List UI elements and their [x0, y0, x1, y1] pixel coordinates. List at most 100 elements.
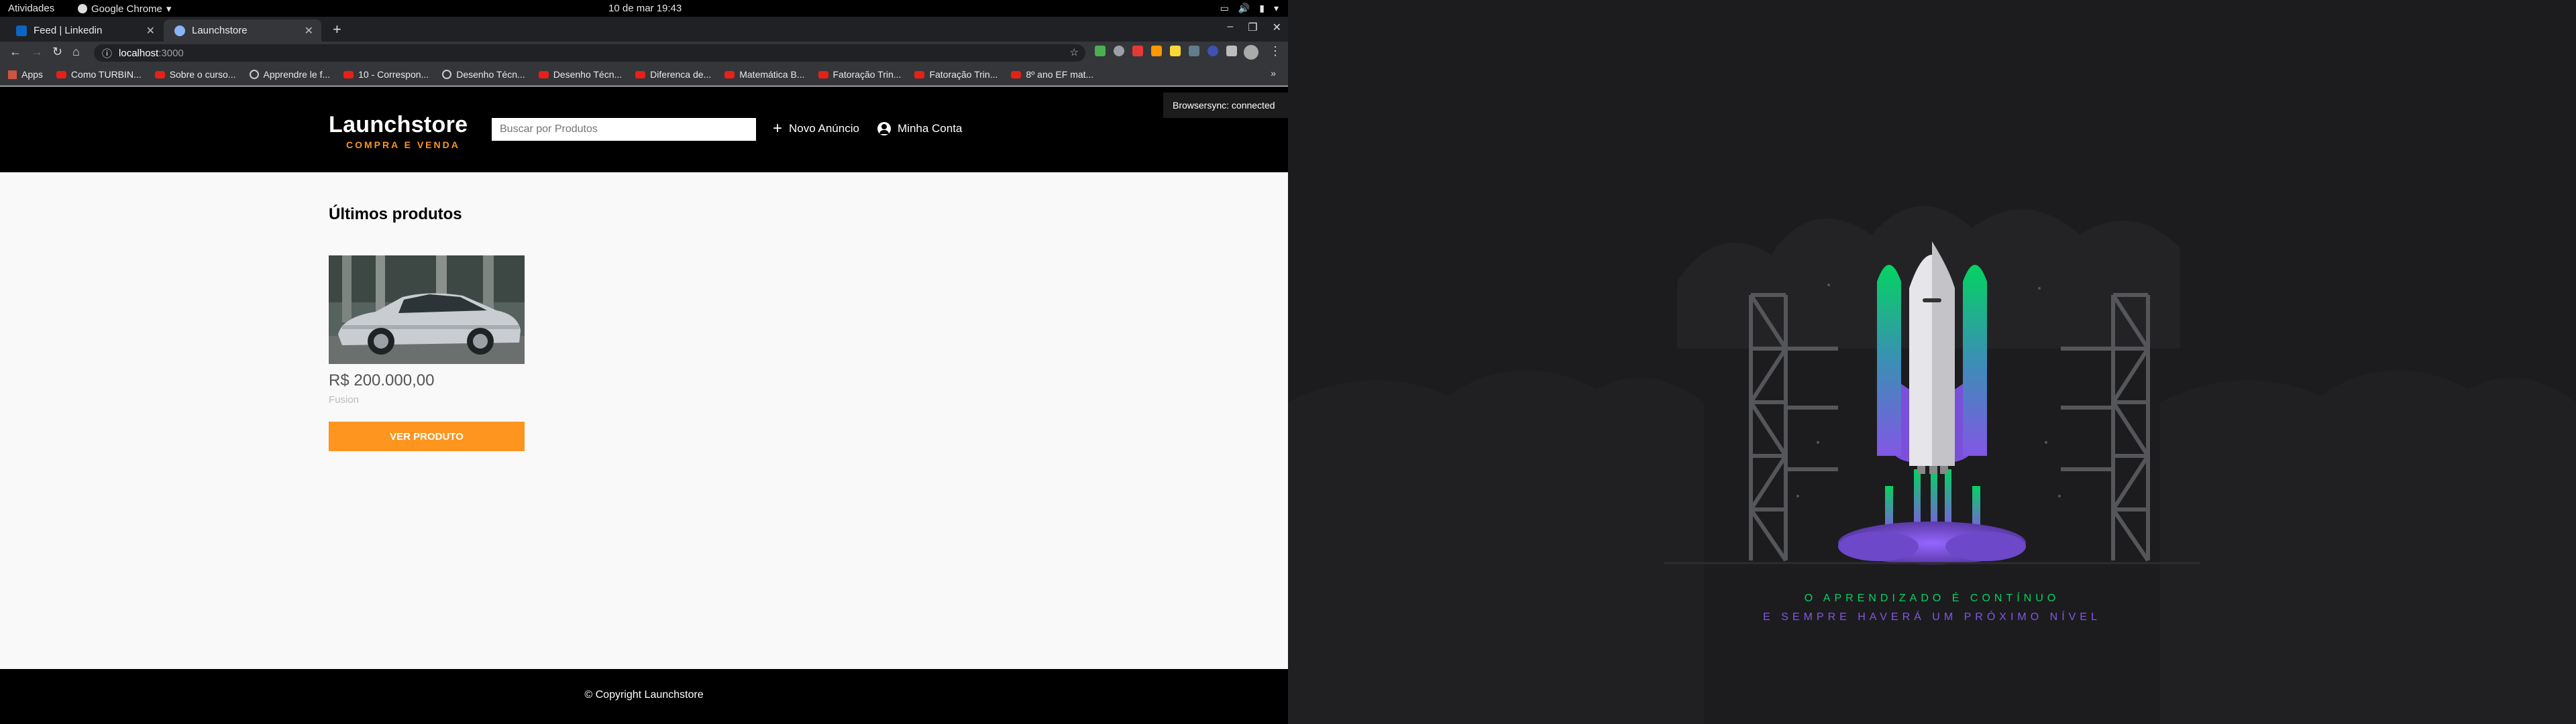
apps-grid-icon: [8, 70, 17, 79]
bookmark-item[interactable]: Sobre o curso...: [154, 69, 236, 80]
home-icon[interactable]: ⌂: [72, 45, 80, 59]
more-bookmarks-button[interactable]: »: [1271, 68, 1276, 78]
bookmark-star-icon[interactable]: ☆: [1070, 46, 1079, 58]
avatar[interactable]: [1244, 45, 1258, 60]
youtube-icon: [635, 70, 646, 78]
extension-icon[interactable]: [1114, 46, 1124, 56]
globe-icon: [442, 70, 452, 79]
bookmark-label: Desenho Técn...: [553, 69, 623, 80]
menu-icon[interactable]: ⋮: [1269, 44, 1281, 58]
bookmark-item[interactable]: Diferenca de...: [635, 69, 711, 80]
chevron-down-icon: ▾: [166, 3, 172, 15]
product-image[interactable]: [329, 255, 525, 364]
site-header: Launchstore COMPRA E VENDA + Novo Anúnci…: [0, 86, 1288, 172]
account-circle-icon: [877, 122, 891, 135]
section-title: Últimos produtos: [329, 205, 462, 223]
bookmark-label: Apprendre le f...: [263, 69, 331, 80]
system-tray[interactable]: ▭ 🔊 ▮ ▾: [1220, 3, 1279, 14]
extension-icon[interactable]: [1189, 46, 1199, 56]
wallpaper-tagline-1: O APRENDIZADO É CONTÍNUO: [1288, 593, 2576, 605]
browsersync-notification: Browsersync: connected: [1163, 93, 1288, 118]
logo[interactable]: Launchstore COMPRA E VENDA: [329, 112, 468, 150]
back-icon[interactable]: ←: [9, 45, 21, 59]
address-bar[interactable]: ⓘ localhost:3000 ☆: [94, 44, 1085, 62]
bookmark-item[interactable]: Fatoração Trin...: [914, 69, 998, 80]
extensions-bar: [1095, 46, 1237, 56]
wallpaper-tagline-2: E SEMPRE HAVERÁ UM PRÓXIMO NÍVEL: [1288, 611, 2576, 623]
chevron-down-icon: ▾: [1273, 3, 1279, 13]
bookmark-label: Fatoração Trin...: [833, 69, 902, 80]
gnome-top-bar: Atividades Google Chrome ▾ 10 de mar 19:…: [0, 0, 1288, 17]
wallpaper-line-2: E SEMPRE HAVERÁ UM PRÓXIMO NÍVEL: [1763, 611, 2101, 623]
bookmark-item[interactable]: Apprendre le f...: [249, 69, 331, 80]
chrome-icon: [78, 4, 87, 13]
globe-icon: [174, 25, 185, 36]
wallpaper-line-1: O APRENDIZADO É CONTÍNUO: [1804, 593, 2060, 604]
left-screen: Atividades Google Chrome ▾ 10 de mar 19:…: [0, 0, 1288, 724]
plus-icon: +: [773, 119, 783, 137]
url-host: localhost: [119, 47, 159, 59]
bookmark-item[interactable]: Apps: [8, 69, 43, 80]
bookmark-label: 10 - Correspon...: [358, 69, 429, 80]
app-menu-label: Google Chrome: [91, 3, 162, 15]
bookmark-label: 8º ano EF mat...: [1026, 69, 1094, 80]
browser-toolbar: ← → ↻ ⌂ ⓘ localhost:3000 ☆ ⋮: [0, 42, 1288, 64]
bookmarks-bar: Apps Como TURBIN... Sobre o curso... App…: [0, 64, 1288, 86]
bookmark-item[interactable]: Desenho Técn...: [538, 69, 623, 80]
new-listing-link[interactable]: + Novo Anúncio: [773, 119, 859, 137]
bookmark-item[interactable]: 10 - Correspon...: [343, 69, 429, 80]
extension-icon[interactable]: [1095, 46, 1106, 56]
youtube-icon: [538, 70, 549, 78]
product-model: Fusion: [329, 394, 360, 406]
tab-linkedin[interactable]: Feed | Linkedin ✕: [5, 19, 163, 42]
account-link[interactable]: Minha Conta: [877, 122, 962, 135]
youtube-icon: [818, 70, 828, 78]
extension-icon[interactable]: [1151, 46, 1162, 56]
bookmark-label: Matemática B...: [739, 69, 805, 80]
bookmark-label: Diferenca de...: [650, 69, 712, 80]
bookmark-label: Fatoração Trin...: [929, 69, 998, 80]
close-icon[interactable]: ✕: [146, 24, 155, 38]
app-menu[interactable]: Google Chrome ▾: [78, 3, 171, 15]
close-icon[interactable]: ✕: [305, 24, 313, 38]
account-label: Minha Conta: [898, 122, 963, 135]
activities-button[interactable]: Atividades: [8, 3, 54, 14]
view-product-button[interactable]: VER PRODUTO: [329, 422, 525, 451]
youtube-icon: [343, 70, 354, 78]
globe-icon: [249, 70, 259, 79]
product-card: R$ 200.000,00 Fusion VER PRODUTO: [329, 255, 525, 451]
close-icon[interactable]: ✕: [1273, 21, 1281, 34]
search-input[interactable]: [492, 118, 756, 141]
bookmark-item[interactable]: Matemática B...: [724, 69, 805, 80]
bookmark-item[interactable]: Desenho Técn...: [442, 69, 525, 80]
tab-title: Feed | Linkedin: [34, 25, 103, 36]
volume-icon: 🔊: [1238, 3, 1250, 13]
extension-icon[interactable]: [1170, 46, 1181, 56]
youtube-icon: [1011, 70, 1022, 78]
clock[interactable]: 10 de mar 19:43: [608, 3, 682, 14]
minimize-icon[interactable]: –: [1227, 21, 1233, 34]
battery-icon: ▮: [1259, 3, 1265, 13]
extension-icon[interactable]: [1132, 46, 1143, 56]
tab-launchstore[interactable]: Launchstore ✕: [164, 19, 321, 42]
new-tab-button[interactable]: +: [333, 21, 341, 38]
extension-icon[interactable]: [1208, 46, 1218, 56]
window-controls: – ❐ ✕: [1227, 21, 1281, 34]
bookmark-item[interactable]: 8º ano EF mat...: [1011, 69, 1093, 80]
car-photo: [329, 255, 525, 364]
restore-icon[interactable]: ❐: [1248, 21, 1257, 34]
bookmark-label: Como TURBIN...: [70, 69, 142, 80]
site-footer: © Copyright Launchstore: [0, 669, 1288, 724]
info-icon: ⓘ: [102, 48, 113, 60]
screen-icon: ▭: [1220, 3, 1229, 13]
youtube-icon: [56, 70, 66, 78]
youtube-icon: [724, 70, 735, 78]
tab-title: Launchstore: [192, 25, 248, 36]
linkedin-icon: [16, 25, 27, 36]
puzzle-icon[interactable]: [1226, 46, 1237, 56]
bookmark-item[interactable]: Como TURBIN...: [56, 69, 142, 80]
tab-strip: Feed | Linkedin ✕ Launchstore ✕ + – ❐ ✕: [0, 17, 1288, 42]
bookmark-item[interactable]: Fatoração Trin...: [818, 69, 902, 80]
forward-icon[interactable]: →: [31, 45, 43, 59]
reload-icon[interactable]: ↻: [52, 45, 62, 59]
